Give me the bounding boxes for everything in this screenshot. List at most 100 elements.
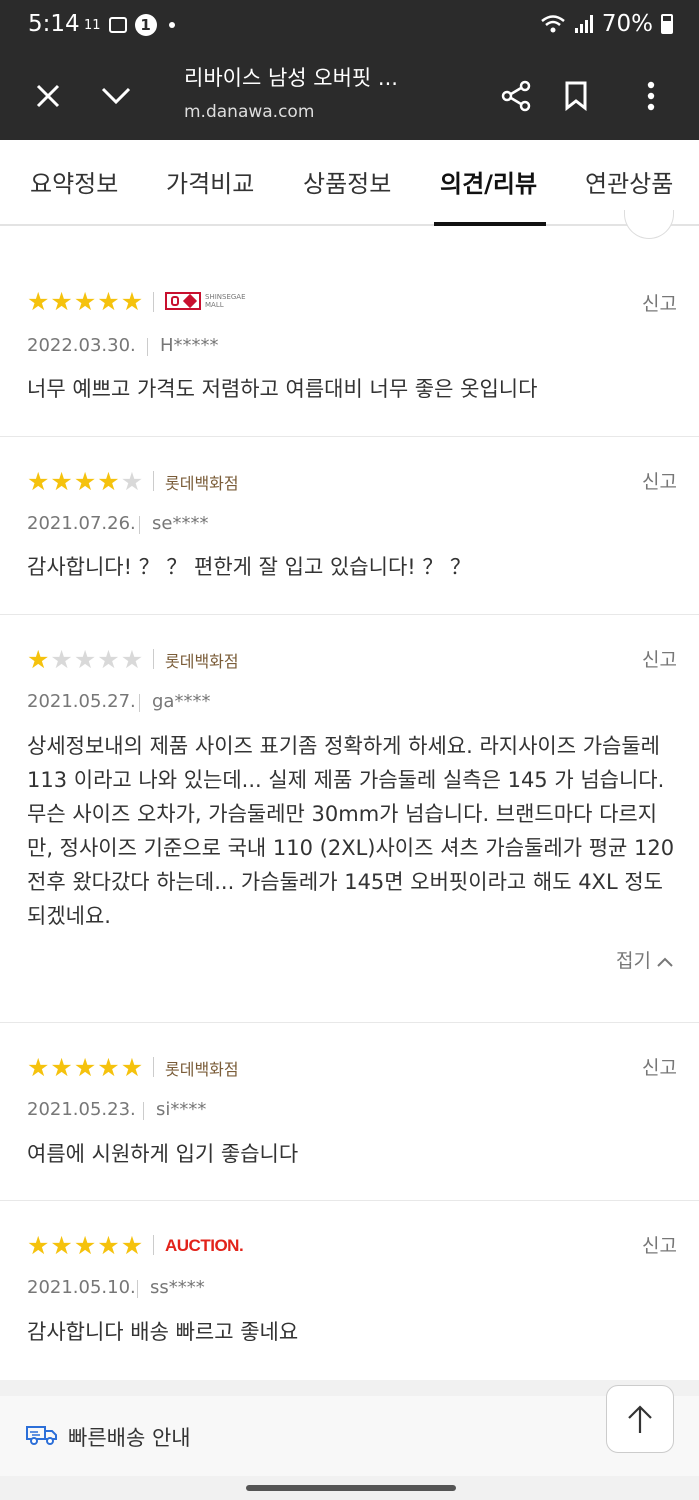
star-rating: ★ ★ ★ ★ ★ — [27, 647, 143, 673]
scroll-top-button[interactable] — [606, 1385, 674, 1453]
notification-count-icon: 1 — [134, 14, 157, 36]
tab-reviews[interactable]: 의견/리뷰 — [440, 164, 537, 199]
divider — [137, 1280, 138, 1298]
divider — [139, 516, 140, 534]
chevron-up-icon — [657, 957, 673, 967]
mall-name: 롯데백화점 — [165, 652, 239, 671]
browser-toolbar: 리바이스 남성 오버핏 ... m.danawa.com — [0, 52, 699, 140]
divider — [147, 338, 148, 356]
review-item: ★ ★ ★ ★ ★ SHINSEGAE MALL 신고 2022.03.30. H***… — [0, 262, 699, 437]
report-button[interactable]: 신고 — [642, 467, 677, 494]
status-time: 5:14 — [28, 11, 80, 37]
more-options-icon[interactable] — [627, 72, 675, 120]
star-icon: ★ — [27, 467, 50, 496]
star-icon: ★ — [27, 645, 50, 674]
star-icon: ★ — [120, 287, 144, 316]
review-content: 감사합니다! ？ ？ 편한게 잘 입고 있습니다! ？ ？ — [27, 555, 472, 579]
star-icon: ★ — [97, 287, 120, 316]
review-date: 2021.05.23. — [27, 1099, 136, 1120]
star-icon: ★ — [73, 645, 97, 674]
chevron-down-icon[interactable] — [92, 72, 140, 120]
star-icon: ★ — [27, 1231, 50, 1260]
battery-percent: 70% — [601, 11, 653, 37]
tab-summary[interactable]: 요약정보 — [30, 164, 118, 199]
star-icon: ★ — [73, 1231, 97, 1260]
active-tab-indicator — [434, 222, 546, 226]
fold-label: 접기 — [615, 950, 651, 972]
review-date: 2022.03.30. — [27, 335, 136, 356]
review-item: ★ ★ ★ ★ ★ 롯데백화점 신고 2021.07.26. se**** 감사합니다!… — [0, 437, 699, 615]
review-user: si**** — [156, 1099, 207, 1120]
share-icon[interactable] — [492, 72, 540, 120]
review-user: ss**** — [150, 1277, 205, 1298]
review-content: 너무 예쁘고 가격도 저렴하고 여름대비 너무 좋은 옷입니다 — [27, 377, 538, 401]
review-content: 상세정보내의 제품 사이즈 표기좀 정확하게 하세요. 라지사이즈 가슴둘레 1… — [27, 734, 675, 928]
star-icon: ★ — [73, 467, 97, 496]
wifi-icon — [541, 15, 565, 33]
report-button[interactable]: 신고 — [642, 645, 677, 672]
review-content: 감사합니다 배송 빠르고 좋네요 — [27, 1320, 299, 1344]
star-icon: ★ — [97, 1231, 120, 1260]
star-icon: ★ — [97, 1053, 120, 1082]
divider — [153, 1235, 154, 1255]
bookmark-icon[interactable] — [552, 72, 600, 120]
ssgf-logo-mark — [165, 292, 201, 310]
status-right: 70% — [540, 11, 673, 37]
mall-name: 롯데백화점 — [165, 474, 239, 493]
tab-product-info[interactable]: 상품정보 — [303, 164, 391, 199]
review-user: se**** — [152, 513, 209, 534]
divider — [143, 1102, 144, 1120]
tab-bar: 요약정보 가격비교 상품정보 의견/리뷰 연관상품 — [0, 140, 699, 226]
tab-price-compare[interactable]: 가격비교 — [166, 164, 254, 199]
star-rating: ★ ★ ★ ★ ★ — [27, 1055, 143, 1081]
dot-icon — [168, 22, 175, 28]
divider — [153, 1057, 154, 1077]
review-user: H***** — [160, 335, 219, 356]
star-icon: ★ — [120, 645, 144, 674]
star-icon: ★ — [120, 467, 144, 496]
star-rating: ★ ★ ★ ★ ★ — [27, 289, 143, 315]
review-item: ★ ★ ★ ★ ★ 롯데백화점 신고 2021.05.23. si**** 여름에 시원… — [0, 1023, 699, 1201]
star-icon: ★ — [27, 287, 50, 316]
page-url: m.danawa.com — [184, 102, 315, 122]
star-icon: ★ — [27, 1053, 50, 1082]
star-icon: ★ — [50, 1231, 73, 1260]
tab-related[interactable]: 연관상품 — [585, 164, 673, 199]
cell-signal-icon — [574, 15, 593, 33]
review-date: 2021.05.10. — [27, 1277, 136, 1298]
star-icon: ★ — [120, 1053, 144, 1082]
divider — [153, 292, 154, 312]
star-icon: ★ — [97, 467, 120, 496]
status-bar: 5:14 11 1 70% — [0, 0, 699, 52]
auction-logo: AUCTION. — [165, 1236, 244, 1255]
review-date: 2021.05.27. — [27, 691, 136, 712]
mall-name: 롯데백화점 — [165, 1060, 239, 1079]
star-icon: ★ — [50, 287, 73, 316]
star-rating: ★ ★ ★ ★ ★ — [27, 469, 143, 495]
scroll-handle[interactable] — [624, 210, 674, 239]
star-icon: ★ — [97, 645, 120, 674]
star-rating: ★ ★ ★ ★ ★ — [27, 1233, 143, 1259]
section-divider — [0, 1380, 699, 1396]
divider — [139, 694, 140, 712]
star-icon: ★ — [120, 1231, 144, 1260]
arrow-up-icon — [628, 1405, 652, 1433]
truck-icon — [26, 1426, 57, 1445]
signal-11-icon: 11 — [84, 17, 101, 33]
ssgf-logo-text: SHINSEGAE MALL — [205, 293, 246, 309]
fold-button[interactable]: 접기 — [616, 946, 673, 973]
close-icon[interactable] — [24, 72, 72, 120]
report-button[interactable]: 신고 — [642, 289, 677, 316]
divider — [153, 471, 154, 491]
review-user: ga**** — [152, 691, 211, 712]
star-icon: ★ — [50, 1053, 73, 1082]
status-left-icons: 11 1 — [84, 14, 175, 36]
review-date: 2021.07.26. — [27, 513, 136, 534]
home-handle[interactable] — [246, 1485, 456, 1491]
fast-delivery-label: 빠른배송 안내 — [68, 1426, 191, 1450]
battery-icon — [661, 14, 673, 34]
report-button[interactable]: 신고 — [642, 1053, 677, 1080]
gallery-icon — [108, 17, 127, 33]
fast-delivery-banner[interactable]: 빠른배송 안내 — [0, 1396, 699, 1476]
report-button[interactable]: 신고 — [642, 1231, 677, 1258]
